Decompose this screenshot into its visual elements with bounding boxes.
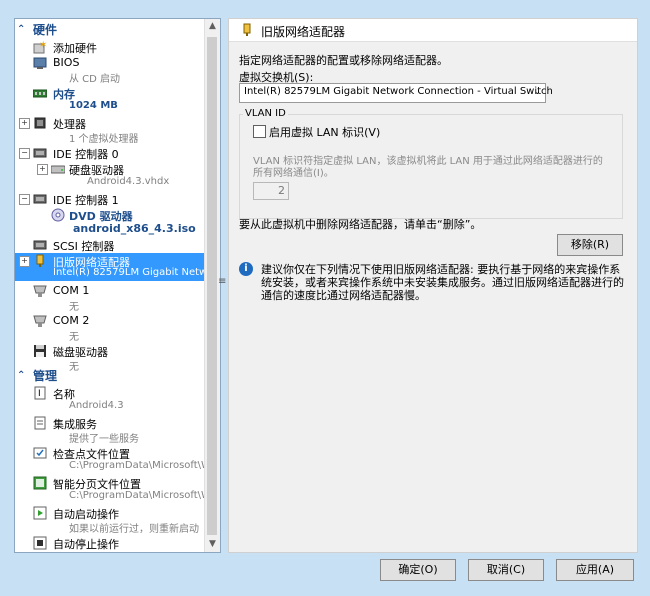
- com-port-icon: [33, 284, 47, 298]
- section-hardware[interactable]: ⌃ 硬件: [15, 23, 205, 37]
- panel-description: 指定网络适配器的配置或移除网络适配器。: [239, 54, 448, 67]
- collapse-icon[interactable]: −: [19, 194, 30, 205]
- panel-header: 旧版网络适配器: [229, 19, 637, 42]
- add-hardware-icon: ✶: [33, 40, 47, 54]
- network-adapter-icon: [241, 23, 253, 37]
- auto-start-icon: [33, 506, 47, 520]
- tree-item-memory[interactable]: 内存 1024 MB: [15, 85, 205, 115]
- vlan-checkbox-label[interactable]: 启用虚拟 LAN 标识(V): [269, 124, 380, 140]
- ide-controller-icon: [33, 146, 47, 160]
- tree-item-com1[interactable]: COM 1 无: [15, 283, 205, 313]
- auto-stop-icon: [33, 536, 47, 550]
- scrollbar-thumb[interactable]: [207, 37, 217, 535]
- tree-item-processor[interactable]: + 处理器 1 个虚拟处理器: [15, 115, 205, 145]
- splitter-grip-icon[interactable]: ≡: [218, 276, 226, 287]
- vlan-group-label: VLAN ID: [243, 108, 288, 119]
- tree-item-smart-paging-location[interactable]: 智能分页文件位置 C:\ProgramData\Microsoft\Win...: [15, 475, 205, 505]
- smart-paging-icon: [33, 476, 47, 490]
- expand-icon[interactable]: +: [37, 164, 48, 175]
- section-management[interactable]: ⌃ 管理: [15, 369, 205, 383]
- bios-icon: [33, 56, 47, 70]
- ok-button[interactable]: 确定(O): [380, 559, 456, 581]
- tree-item-name[interactable]: I 名称 Android4.3: [15, 385, 205, 415]
- tree-item-floppy-drive[interactable]: 磁盘驱动器 无: [15, 343, 205, 373]
- tree-item-ide-controller-0[interactable]: − IDE 控制器 0: [15, 145, 205, 161]
- tree-item-legacy-network-adapter[interactable]: + 旧版网络适配器 Intel(R) 82579LM Gigabit Netw.…: [15, 253, 205, 281]
- remove-description: 要从此虚拟机中删除网络适配器，请单击“删除”。: [239, 218, 482, 231]
- vlan-description-line-2: 所有网络通信(I)。: [253, 168, 334, 179]
- tree-item-add-hardware[interactable]: ✶ 添加硬件: [15, 39, 205, 55]
- panel-splitter[interactable]: ≡: [218, 18, 226, 551]
- vlan-id-input[interactable]: 2: [253, 182, 289, 200]
- expand-icon[interactable]: +: [19, 118, 30, 129]
- collapse-icon[interactable]: −: [19, 148, 30, 159]
- remove-button[interactable]: 移除(R): [557, 234, 623, 256]
- tree-item-bios[interactable]: BIOS 从 CD 启动: [15, 55, 205, 85]
- chevron-down-icon: ⌄: [533, 87, 541, 97]
- processor-icon: [33, 116, 47, 130]
- tree-item-dvd-drive[interactable]: DVD 驱动器 android_x86_4.3.iso: [15, 207, 205, 237]
- tree-item-auto-start[interactable]: 自动启动操作 如果以前运行过，则重新启动: [15, 505, 205, 535]
- panel-title: 旧版网络适配器: [261, 25, 346, 39]
- apply-button[interactable]: 应用(A): [556, 559, 634, 581]
- name-icon: I: [33, 386, 47, 400]
- tree-item-hard-drive[interactable]: + 硬盘驱动器 Android4.3.vhdx: [15, 161, 205, 191]
- expand-icon[interactable]: +: [19, 256, 30, 267]
- memory-icon: [32, 87, 48, 101]
- checkpoint-icon: [33, 446, 47, 460]
- network-adapter-icon: [33, 254, 47, 268]
- tree-item-integration-services[interactable]: 集成服务 提供了一些服务: [15, 415, 205, 445]
- settings-tree: ⌃ 硬件 ✶ 添加硬件 BIOS 从 CD 启动 内存 1024 MB + 处理…: [15, 19, 205, 552]
- dvd-icon: [51, 208, 65, 222]
- svg-text:I: I: [38, 389, 41, 399]
- scroll-down-icon[interactable]: ▼: [205, 537, 220, 552]
- chevron-up-icon: ⌃: [17, 24, 26, 35]
- info-icon: i: [239, 262, 253, 276]
- chevron-up-icon: ⌃: [17, 370, 26, 381]
- svg-text:✶: ✶: [39, 40, 47, 51]
- integration-services-icon: [33, 416, 47, 430]
- tree-item-ide-controller-1[interactable]: − IDE 控制器 1: [15, 191, 205, 207]
- settings-window: ⌃ 硬件 ✶ 添加硬件 BIOS 从 CD 启动 内存 1024 MB + 处理…: [0, 0, 650, 596]
- tree-item-checkpoint-location[interactable]: 检查点文件位置 C:\ProgramData\Microsoft\Win...: [15, 445, 205, 475]
- details-panel: 旧版网络适配器 指定网络适配器的配置或移除网络适配器。 虚拟交换机(S): In…: [228, 18, 638, 553]
- scsi-controller-icon: [33, 238, 47, 252]
- hard-drive-icon: [50, 162, 66, 176]
- tree-item-com2[interactable]: COM 2 无: [15, 313, 205, 343]
- cancel-button[interactable]: 取消(C): [468, 559, 544, 581]
- com-port-icon: [33, 314, 47, 328]
- hardware-tree-panel: ⌃ 硬件 ✶ 添加硬件 BIOS 从 CD 启动 内存 1024 MB + 处理…: [14, 18, 221, 553]
- ide-controller-icon: [33, 192, 47, 206]
- tree-item-scsi-controller[interactable]: SCSI 控制器: [15, 237, 205, 253]
- scroll-up-icon[interactable]: ▲: [205, 19, 220, 34]
- info-text: 建议你仅在下列情况下使用旧版网络适配器: 要执行基于网络的来宾操作系 统安装，或…: [261, 263, 624, 302]
- floppy-icon: [33, 344, 47, 358]
- tree-item-auto-stop[interactable]: 自动停止操作 保存: [15, 535, 205, 552]
- virtual-switch-dropdown[interactable]: Intel(R) 82579LM Gigabit Network Connect…: [239, 83, 553, 103]
- vlan-checkbox[interactable]: [253, 125, 266, 138]
